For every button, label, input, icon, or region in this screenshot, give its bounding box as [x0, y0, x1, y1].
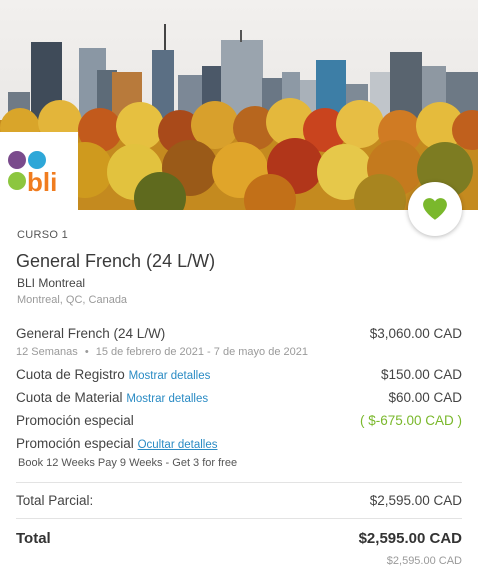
- divider: [16, 518, 462, 519]
- tuition-schedule: 12 Semanas • 15 de febrero de 2021 - 7 d…: [16, 346, 308, 358]
- promotion-details-row: Promoción especial Ocultar detalles: [16, 436, 462, 451]
- tuition-amount: $3,060.00 CAD: [369, 326, 462, 341]
- promotion-details-label: Promoción especial: [16, 436, 134, 451]
- logo-text: bli: [27, 167, 57, 195]
- total-secondary-amount: $2,595.00 CAD: [386, 555, 462, 567]
- heart-icon: [423, 198, 447, 220]
- school-logo: bli: [0, 132, 78, 210]
- material-fee-label: Cuota de Material: [16, 390, 123, 405]
- promotion-label: Promoción especial: [16, 413, 134, 428]
- tuition-duration: 12 Semanas: [16, 346, 78, 358]
- registration-show-details-link[interactable]: Mostrar detalles: [129, 370, 211, 382]
- registration-fee-row: Cuota de Registro Mostrar detalles $150.…: [16, 367, 462, 382]
- total-label: Total: [16, 530, 51, 547]
- school-name: BLI Montreal: [17, 276, 86, 290]
- bullet-separator: •: [84, 346, 89, 358]
- material-fee-row: Cuota de Material Mostrar detalles $60.0…: [16, 390, 462, 405]
- promotion-amount: ( $-675.00 CAD ): [359, 413, 462, 428]
- material-fee-amount: $60.00 CAD: [388, 390, 462, 405]
- logo-dot-purple: [8, 151, 26, 169]
- promotion-hide-details-link[interactable]: Ocultar detalles: [138, 439, 218, 451]
- material-show-details-link[interactable]: Mostrar detalles: [126, 393, 208, 405]
- course-card: bli CURSO 1 General French (24 L/W) BLI …: [0, 0, 478, 585]
- promotion-description: Book 12 Weeks Pay 9 Weeks - Get 3 for fr…: [18, 457, 238, 469]
- subtotal-label: Total Parcial:: [16, 493, 94, 508]
- total-amount: $2,595.00 CAD: [358, 530, 462, 547]
- registration-fee-amount: $150.00 CAD: [380, 367, 462, 382]
- registration-fee-label: Cuota de Registro: [16, 367, 125, 382]
- tuition-row: General French (24 L/W) $3,060.00 CAD: [16, 326, 462, 341]
- favorite-button[interactable]: [408, 182, 462, 236]
- promotion-row: Promoción especial ( $-675.00 CAD ): [16, 413, 462, 428]
- tuition-label: General French (24 L/W): [16, 326, 166, 341]
- divider: [16, 482, 462, 483]
- course-title: General French (24 L/W): [16, 251, 216, 271]
- logo-dot-green: [8, 172, 26, 190]
- total-row: Total $2,595.00 CAD: [16, 530, 462, 547]
- tuition-dates: 15 de febrero de 2021 - 7 de mayo de 202…: [95, 346, 308, 358]
- course-number-label: CURSO 1: [17, 229, 68, 241]
- subtotal-amount: $2,595.00 CAD: [369, 493, 462, 508]
- school-location: Montreal, QC, Canada: [17, 294, 128, 306]
- subtotal-row: Total Parcial: $2,595.00 CAD: [16, 493, 462, 508]
